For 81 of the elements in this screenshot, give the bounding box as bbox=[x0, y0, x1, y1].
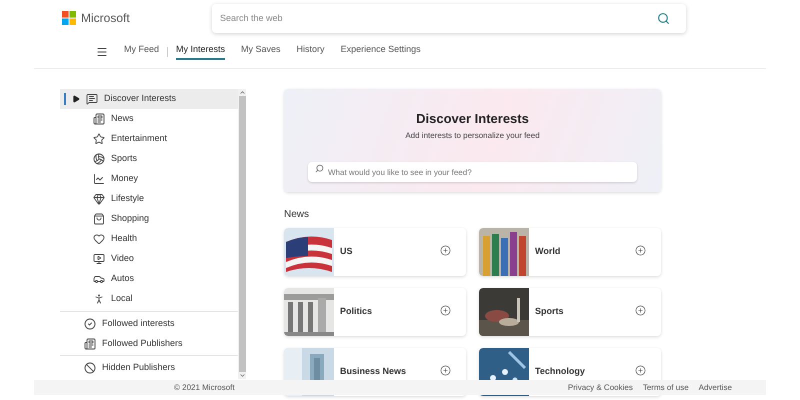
scroll-down-icon[interactable] bbox=[238, 372, 246, 379]
item-label: Discover Interests bbox=[104, 92, 176, 106]
item-label: Video bbox=[111, 252, 134, 266]
chart-icon bbox=[93, 173, 105, 185]
interest-card[interactable]: Politics bbox=[284, 288, 466, 336]
logo-icon bbox=[62, 11, 76, 25]
item-label: Health bbox=[111, 232, 138, 246]
sidebar-item[interactable]: Hidden Publishers bbox=[60, 358, 238, 378]
card-label: World bbox=[535, 245, 562, 258]
bag-icon bbox=[93, 213, 105, 225]
interest-card[interactable]: US bbox=[284, 228, 466, 276]
newspaper-icon bbox=[93, 113, 105, 125]
card-label: Sports bbox=[535, 305, 565, 318]
car-icon bbox=[93, 273, 105, 285]
sidebar-item[interactable]: Followed interests bbox=[60, 314, 238, 334]
card-label: Technology bbox=[535, 365, 586, 378]
sidebar-item[interactable]: Video bbox=[60, 249, 238, 269]
footer-link[interactable]: Privacy & Cookies bbox=[568, 382, 633, 394]
item-label: Followed interests bbox=[102, 317, 175, 330]
item-label: News bbox=[111, 112, 134, 126]
star-icon bbox=[93, 133, 105, 145]
chat-icon bbox=[86, 93, 98, 105]
search-field[interactable]: Search the web bbox=[212, 4, 686, 32]
scrollbar-thumb[interactable] bbox=[238, 96, 246, 372]
card-label: US bbox=[340, 245, 354, 258]
sidebar-item[interactable]: Lifestyle bbox=[60, 189, 238, 209]
person-icon bbox=[93, 293, 105, 305]
scroll-up-icon[interactable] bbox=[238, 89, 246, 96]
newspaper-icon bbox=[84, 338, 96, 350]
banner-subtitle: Add interests to personalize your feed bbox=[405, 130, 540, 142]
item-label: Autos bbox=[111, 272, 134, 286]
scrollbar[interactable] bbox=[238, 89, 246, 379]
sidebar-item[interactable]: Sports bbox=[60, 149, 238, 169]
sidebar-item[interactable]: Health bbox=[60, 229, 238, 249]
caret-icon bbox=[72, 95, 80, 103]
check-circle-icon bbox=[84, 318, 96, 330]
item-label: Sports bbox=[111, 152, 138, 166]
add-icon[interactable] bbox=[440, 304, 451, 316]
add-icon[interactable] bbox=[440, 364, 451, 376]
search-icon[interactable] bbox=[657, 12, 670, 24]
heart-icon bbox=[93, 233, 105, 245]
brand-name: Microsoft bbox=[81, 10, 130, 27]
card-label: Business News bbox=[340, 365, 408, 378]
sidebar-item[interactable]: Money bbox=[60, 169, 238, 189]
blocked-icon bbox=[84, 362, 96, 374]
sidebar-item[interactable]: News bbox=[60, 109, 238, 129]
sidebar-item[interactable]: Entertainment bbox=[60, 129, 238, 149]
sidebar-item[interactable]: Discover Interests bbox=[60, 89, 238, 109]
item-label: Followed Publishers bbox=[102, 337, 183, 350]
gem-icon bbox=[93, 193, 105, 205]
nav-tab[interactable]: History bbox=[296, 42, 325, 60]
sidebar-item[interactable]: Local bbox=[60, 289, 238, 309]
copyright: © 2021 Microsoft bbox=[174, 382, 235, 394]
item-label: Shopping bbox=[111, 212, 150, 226]
item-label: Money bbox=[111, 172, 138, 186]
menu-icon[interactable] bbox=[96, 46, 108, 58]
nav-tab[interactable]: My Feed bbox=[124, 42, 160, 60]
interest-search-field[interactable]: What would you like to see in your feed? bbox=[308, 162, 637, 182]
footer-link[interactable]: Advertise bbox=[698, 382, 732, 394]
add-icon[interactable] bbox=[635, 364, 646, 376]
sidebar-item[interactable]: Followed Publishers bbox=[60, 334, 238, 354]
item-label: Local bbox=[111, 292, 133, 306]
item-label: Hidden Publishers bbox=[102, 361, 176, 374]
nav-tab[interactable]: Experience Settings bbox=[340, 42, 421, 60]
item-label: Lifestyle bbox=[111, 192, 144, 206]
section-title: News bbox=[284, 208, 310, 222]
search-icon bbox=[315, 164, 324, 173]
interest-card[interactable]: Sports bbox=[479, 288, 661, 336]
nav-tab[interactable]: My Saves bbox=[241, 42, 281, 60]
ball-icon bbox=[93, 153, 105, 165]
item-label: Entertainment bbox=[111, 132, 168, 146]
add-icon[interactable] bbox=[635, 304, 646, 316]
card-label: Politics bbox=[340, 305, 374, 318]
nav-tab[interactable]: My Interests bbox=[176, 42, 226, 60]
add-icon[interactable] bbox=[635, 244, 646, 256]
sidebar-item[interactable]: Shopping bbox=[60, 209, 238, 229]
add-icon[interactable] bbox=[440, 244, 451, 256]
video-icon bbox=[93, 253, 105, 265]
banner-title: Discover Interests bbox=[416, 110, 529, 128]
interest-card[interactable]: World bbox=[479, 228, 661, 276]
sidebar-item[interactable]: Autos bbox=[60, 269, 238, 289]
